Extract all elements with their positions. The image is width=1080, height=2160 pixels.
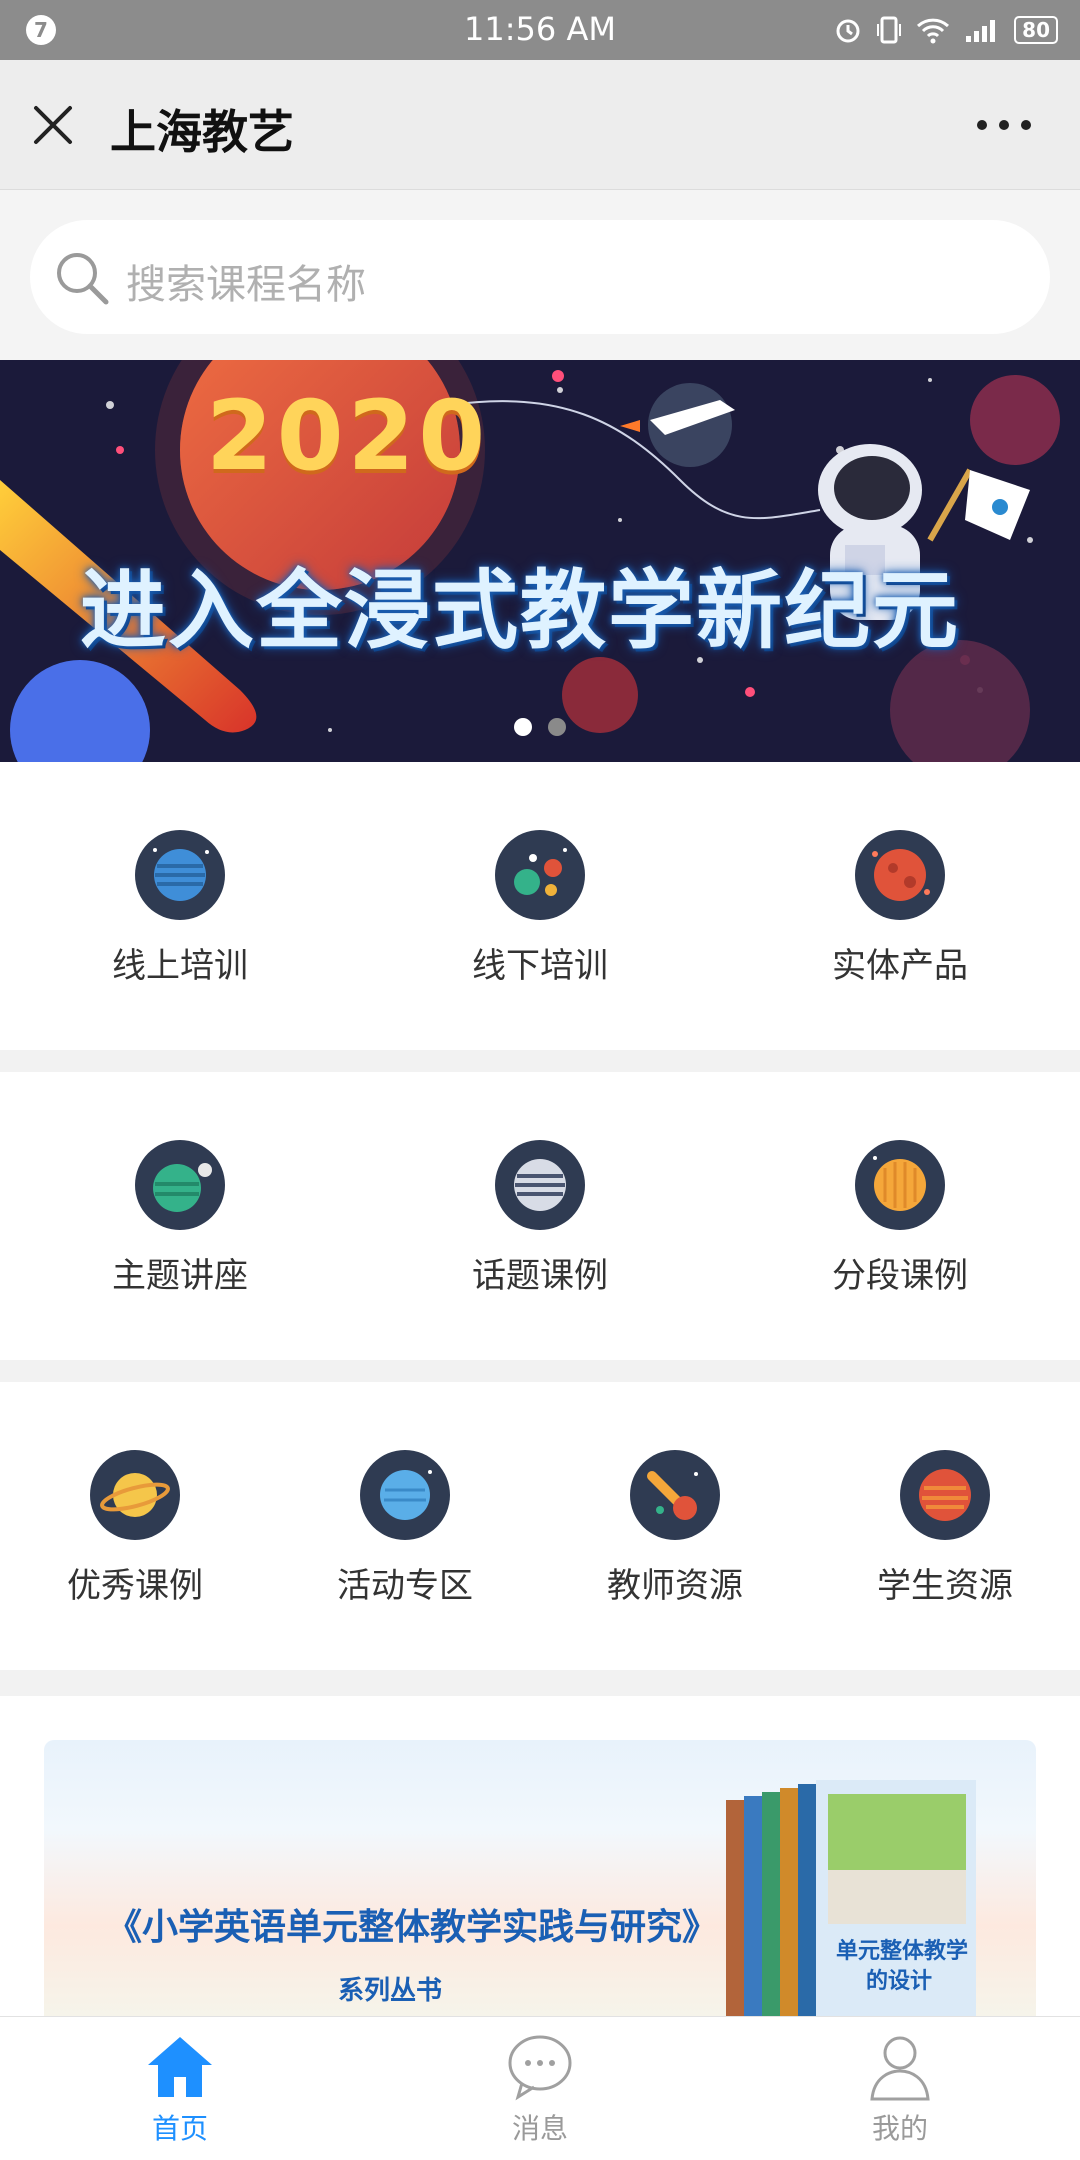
close-icon[interactable] bbox=[30, 102, 76, 148]
svg-text:的设计: 的设计 bbox=[866, 1968, 932, 1994]
battery-indicator: 80 bbox=[1014, 16, 1058, 44]
banner-headline: 进入全浸式教学新纪元 bbox=[80, 561, 960, 661]
banner-year: 2020 bbox=[206, 380, 490, 492]
alarm-icon bbox=[836, 19, 860, 43]
home-icon bbox=[148, 2037, 212, 2097]
tab-home[interactable]: 首页 bbox=[0, 2017, 360, 2160]
planet-red-striped-icon bbox=[900, 1450, 990, 1540]
planet-green-moon-icon bbox=[135, 1140, 225, 1230]
more-options-icon[interactable] bbox=[974, 110, 1034, 140]
promo-subtitle: 系列丛书 bbox=[338, 1976, 443, 2006]
page-title: 上海教艺 bbox=[110, 105, 294, 159]
menu-section-2: 主题讲座 话题课例 分段课例 bbox=[0, 1072, 1080, 1360]
search-placeholder: 搜索课程名称 bbox=[126, 262, 366, 308]
title-bar: 上海教艺 bbox=[0, 60, 1080, 190]
planet-light-blue-icon bbox=[360, 1450, 450, 1540]
search-area: 搜索课程名称 bbox=[0, 190, 1080, 360]
menu-item-topic-lessons[interactable]: 话题课例 bbox=[360, 1072, 720, 1360]
menu-item-physical-products[interactable]: 实体产品 bbox=[720, 762, 1080, 1050]
menu-item-excellent-lessons[interactable]: 优秀课例 bbox=[0, 1382, 270, 1670]
promo-title: 《小学英语单元整体教学实践与研究》 bbox=[106, 1907, 719, 1948]
tab-messages[interactable]: 消息 bbox=[360, 2017, 720, 2160]
menu-section-3: 优秀课例 活动专区 教师资源 学生资源 bbox=[0, 1382, 1080, 1670]
carousel-indicators bbox=[0, 718, 1080, 736]
search-input[interactable]: 搜索课程名称 bbox=[30, 220, 1050, 334]
section-divider bbox=[0, 1050, 1080, 1072]
wifi-icon bbox=[917, 18, 950, 44]
menu-item-theme-lectures[interactable]: 主题讲座 bbox=[0, 1072, 360, 1360]
section-divider bbox=[0, 1360, 1080, 1382]
menu-item-teacher-resources[interactable]: 教师资源 bbox=[540, 1382, 810, 1670]
tab-profile[interactable]: 我的 bbox=[720, 2017, 1080, 2160]
status-bar: 7 11:56 AM 80 bbox=[0, 0, 1080, 60]
menu-item-student-resources[interactable]: 学生资源 bbox=[810, 1382, 1080, 1670]
book-set-image: 单元整体教学 的设计 bbox=[726, 1780, 976, 2040]
carousel-dot-1[interactable] bbox=[514, 718, 532, 736]
book-cover-title: 单元整体教学 bbox=[836, 1938, 968, 1964]
status-icons: 80 bbox=[834, 12, 1058, 48]
planet-red-icon bbox=[855, 830, 945, 920]
planet-cluster-icon bbox=[495, 830, 585, 920]
profile-icon bbox=[870, 2036, 930, 2101]
message-icon bbox=[508, 2035, 572, 2101]
planet-striped-blue-icon bbox=[135, 830, 225, 920]
menu-item-online-training[interactable]: 线上培训 bbox=[0, 762, 360, 1050]
menu-item-offline-training[interactable]: 线下培训 bbox=[360, 762, 720, 1050]
comet-icon bbox=[630, 1450, 720, 1540]
planet-ringed-yellow-icon bbox=[90, 1450, 180, 1540]
banner-carousel[interactable]: 2020 进入全浸式教学新纪元 bbox=[0, 360, 1080, 762]
vibrate-icon bbox=[877, 16, 902, 44]
signal-icon bbox=[966, 20, 996, 42]
section-divider bbox=[0, 1670, 1080, 1696]
carousel-dot-2[interactable] bbox=[548, 718, 566, 736]
planet-grey-striped-icon bbox=[495, 1140, 585, 1230]
search-icon bbox=[57, 253, 109, 305]
book-promo-banner[interactable]: 《小学英语单元整体教学实践与研究》 系列丛书 单元整体教学 的设计 bbox=[44, 1740, 1036, 2040]
bottom-nav: 首页 消息 我的 bbox=[0, 2016, 1080, 2160]
menu-section-1: 线上培训 线下培训 实体产品 bbox=[0, 762, 1080, 1050]
planet-orange-icon bbox=[855, 1140, 945, 1230]
menu-item-activity-zone[interactable]: 活动专区 bbox=[270, 1382, 540, 1670]
menu-item-stage-lessons[interactable]: 分段课例 bbox=[720, 1072, 1080, 1360]
